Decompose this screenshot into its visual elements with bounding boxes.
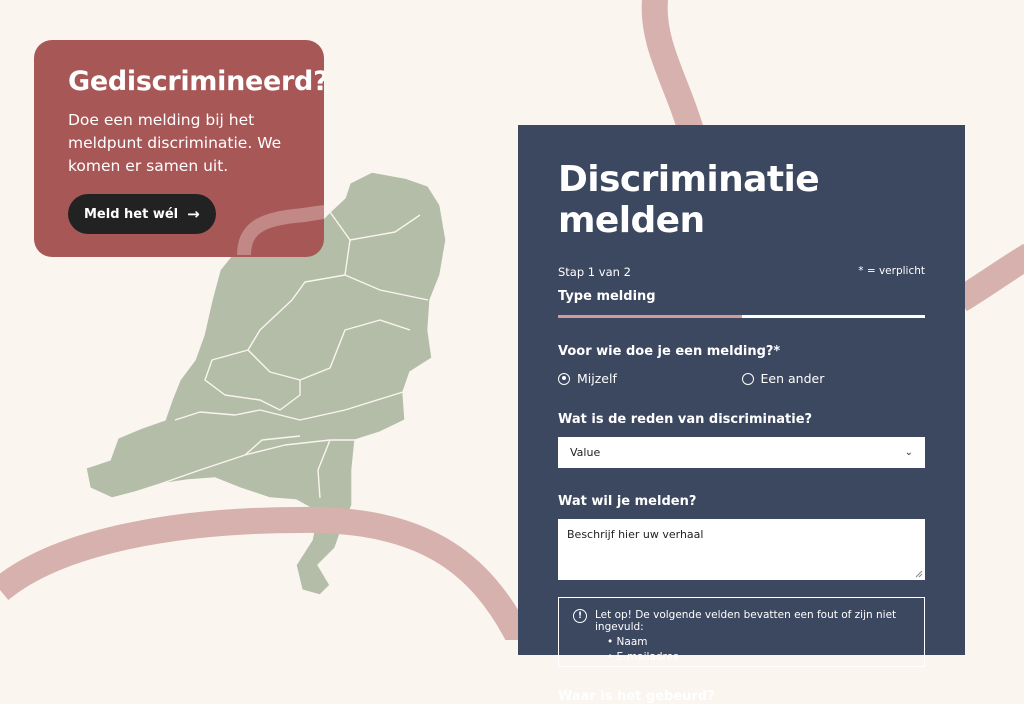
report-button[interactable]: Meld het wél → xyxy=(68,194,216,234)
progress-bar xyxy=(558,315,925,318)
error-alert: ! Let op! De volgende velden bevatten ee… xyxy=(558,597,925,667)
radio-myself[interactable]: Mijzelf xyxy=(558,371,742,386)
report-textarea[interactable]: Beschrijf hier uw verhaal xyxy=(558,519,925,580)
who-radio-group: Mijzelf Een ander xyxy=(558,371,925,386)
report-button-label: Meld het wél xyxy=(84,206,179,222)
reason-select[interactable]: Value ⌄ xyxy=(558,437,925,468)
question-who-label: Voor wie doe je een melding?* xyxy=(558,344,781,359)
alert-item: Naam xyxy=(607,636,910,648)
question-where-label: Waar is het gebeurd? xyxy=(558,689,715,704)
reason-select-value: Value xyxy=(570,446,601,459)
alert-icon: ! xyxy=(573,609,587,623)
radio-myself-circle[interactable] xyxy=(558,372,570,385)
radio-myself-label: Mijzelf xyxy=(577,371,617,386)
report-textarea-placeholder: Beschrijf hier uw verhaal xyxy=(567,528,704,541)
question-report-label: Wat wil je melden? xyxy=(558,494,697,509)
required-note: * = verplicht xyxy=(858,265,925,277)
radio-other-label: Een ander xyxy=(760,371,825,386)
ribbon-bottom xyxy=(0,506,532,640)
cta-description: Doe een melding bij het meldpunt discrim… xyxy=(68,111,282,175)
form-title: Discriminatie melden xyxy=(558,159,820,241)
cta-card: Gediscrimineerd? Doe een melding bij het… xyxy=(34,40,324,257)
radio-other-circle[interactable] xyxy=(741,372,754,385)
radio-other[interactable]: Een ander xyxy=(741,371,926,386)
cta-title: Gediscrimineerd? xyxy=(68,66,324,97)
resize-grip-icon[interactable] xyxy=(915,570,923,578)
step-name: Type melding xyxy=(558,289,656,304)
chevron-down-icon: ⌄ xyxy=(904,447,913,458)
report-form-panel: Discriminatie melden Stap 1 van 2 * = ve… xyxy=(518,125,965,704)
alert-list: Naam E-mailadres xyxy=(595,636,910,663)
step-indicator: Stap 1 van 2 xyxy=(558,265,631,279)
progress-fill xyxy=(558,315,742,318)
question-reason-label: Wat is de reden van discriminatie? xyxy=(558,412,813,427)
alert-text: Let op! De volgende velden bevatten een … xyxy=(595,609,897,633)
arrow-right-icon: → xyxy=(187,205,200,223)
ribbon-right xyxy=(953,243,1024,312)
step-row: Stap 1 van 2 * = verplicht xyxy=(558,265,925,279)
alert-content: Let op! De volgende velden bevatten een … xyxy=(595,609,910,663)
alert-item: E-mailadres xyxy=(607,651,910,663)
